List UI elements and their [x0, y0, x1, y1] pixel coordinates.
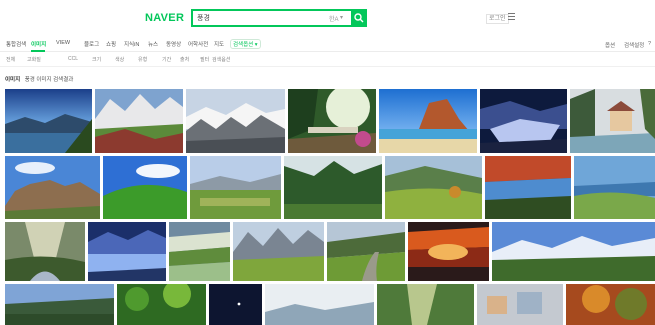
image-thumbnail[interactable]: [327, 222, 405, 281]
image-thumbnail[interactable]: [117, 284, 206, 325]
header: NAVER 한A ▾ 로그인: [0, 0, 655, 34]
image-thumbnail[interactable]: [385, 156, 482, 219]
search-settings-link[interactable]: 검색설정: [624, 41, 644, 49]
filter-filter[interactable]: 필터: [200, 56, 209, 63]
tab-images[interactable]: 이미지: [31, 40, 46, 48]
filter-all[interactable]: 전체: [6, 56, 15, 63]
section-heading: 이미지 풍경 이미지 검색결과: [5, 75, 73, 83]
filter-color[interactable]: 색상: [115, 56, 124, 63]
tab-news[interactable]: 뉴스: [148, 40, 158, 48]
filter-size[interactable]: 크기: [92, 56, 101, 63]
image-thumbnail[interactable]: [5, 156, 100, 219]
filter-ccl[interactable]: CCL: [68, 56, 78, 62]
filter-hd[interactable]: 고화질: [27, 56, 41, 63]
active-tab-indicator: [31, 50, 45, 52]
search-options-button[interactable]: 검색옵션 ▾: [230, 39, 261, 49]
options-link[interactable]: 옵션: [605, 41, 615, 49]
filter-source[interactable]: 출처: [180, 56, 189, 63]
search-button[interactable]: [351, 9, 367, 27]
tab-shopping[interactable]: 쇼핑: [106, 40, 116, 48]
search-tabs: 통합검색 이미지 VIEW 블로그 쇼핑 지식iN 뉴스 동영상 어학사전 지도…: [0, 37, 655, 52]
tab-view[interactable]: VIEW: [56, 40, 70, 46]
tab-map[interactable]: 지도: [214, 40, 224, 48]
image-thumbnail[interactable]: [379, 89, 477, 153]
tab-dictionary[interactable]: 어학사전: [188, 40, 208, 48]
image-thumbnail[interactable]: [5, 222, 85, 281]
login-link[interactable]: 로그인: [486, 14, 509, 24]
image-thumbnail[interactable]: [485, 156, 571, 219]
image-thumbnail[interactable]: [95, 89, 183, 153]
tab-kin[interactable]: 지식iN: [124, 40, 139, 48]
menu-icon[interactable]: [508, 13, 515, 21]
image-thumbnail[interactable]: [5, 284, 114, 325]
image-thumbnail[interactable]: [190, 156, 281, 219]
image-thumbnail[interactable]: [288, 89, 376, 153]
section-subtitle: 풍경 이미지 검색결과: [24, 77, 74, 83]
tab-video[interactable]: 동영상: [166, 40, 181, 48]
image-thumbnail[interactable]: [169, 222, 230, 281]
search-box[interactable]: 한A ▾: [191, 9, 353, 27]
image-thumbnail[interactable]: [265, 284, 374, 325]
image-thumbnail[interactable]: [492, 222, 655, 281]
tab-blog[interactable]: 블로그: [84, 40, 99, 48]
image-thumbnail[interactable]: [574, 156, 655, 219]
image-thumbnail[interactable]: [5, 89, 92, 153]
search-input[interactable]: [197, 12, 317, 24]
filter-options[interactable]: 검색옵션: [212, 56, 230, 63]
image-thumbnail[interactable]: [377, 284, 474, 325]
divider: [0, 66, 655, 67]
image-thumbnail[interactable]: [103, 156, 187, 219]
tab-all[interactable]: 통합검색: [6, 40, 26, 48]
image-thumbnail[interactable]: [209, 284, 262, 325]
image-thumbnail[interactable]: [480, 89, 567, 153]
naver-logo[interactable]: NAVER: [145, 12, 184, 24]
image-thumbnail[interactable]: [408, 222, 489, 281]
image-thumbnail[interactable]: [88, 222, 166, 281]
help-link[interactable]: ?: [648, 41, 651, 47]
image-thumbnail[interactable]: [233, 222, 324, 281]
image-thumbnail[interactable]: [186, 89, 285, 153]
image-thumbnail[interactable]: [477, 284, 563, 325]
image-thumbnail[interactable]: [566, 284, 655, 325]
filter-type[interactable]: 유형: [138, 56, 147, 63]
image-thumbnail[interactable]: [284, 156, 382, 219]
search-icon: [354, 13, 364, 23]
filter-bar: 전체 고화질 CCL 크기 색상 유형 기간 출처 필터 검색옵션: [0, 55, 655, 65]
filter-period[interactable]: 기간: [162, 56, 171, 63]
image-thumbnail[interactable]: [570, 89, 655, 153]
autocomplete-toggle-icon[interactable]: ▾: [340, 14, 343, 21]
keyboard-toggle[interactable]: 한A: [329, 14, 339, 23]
section-title: 이미지: [5, 77, 21, 83]
